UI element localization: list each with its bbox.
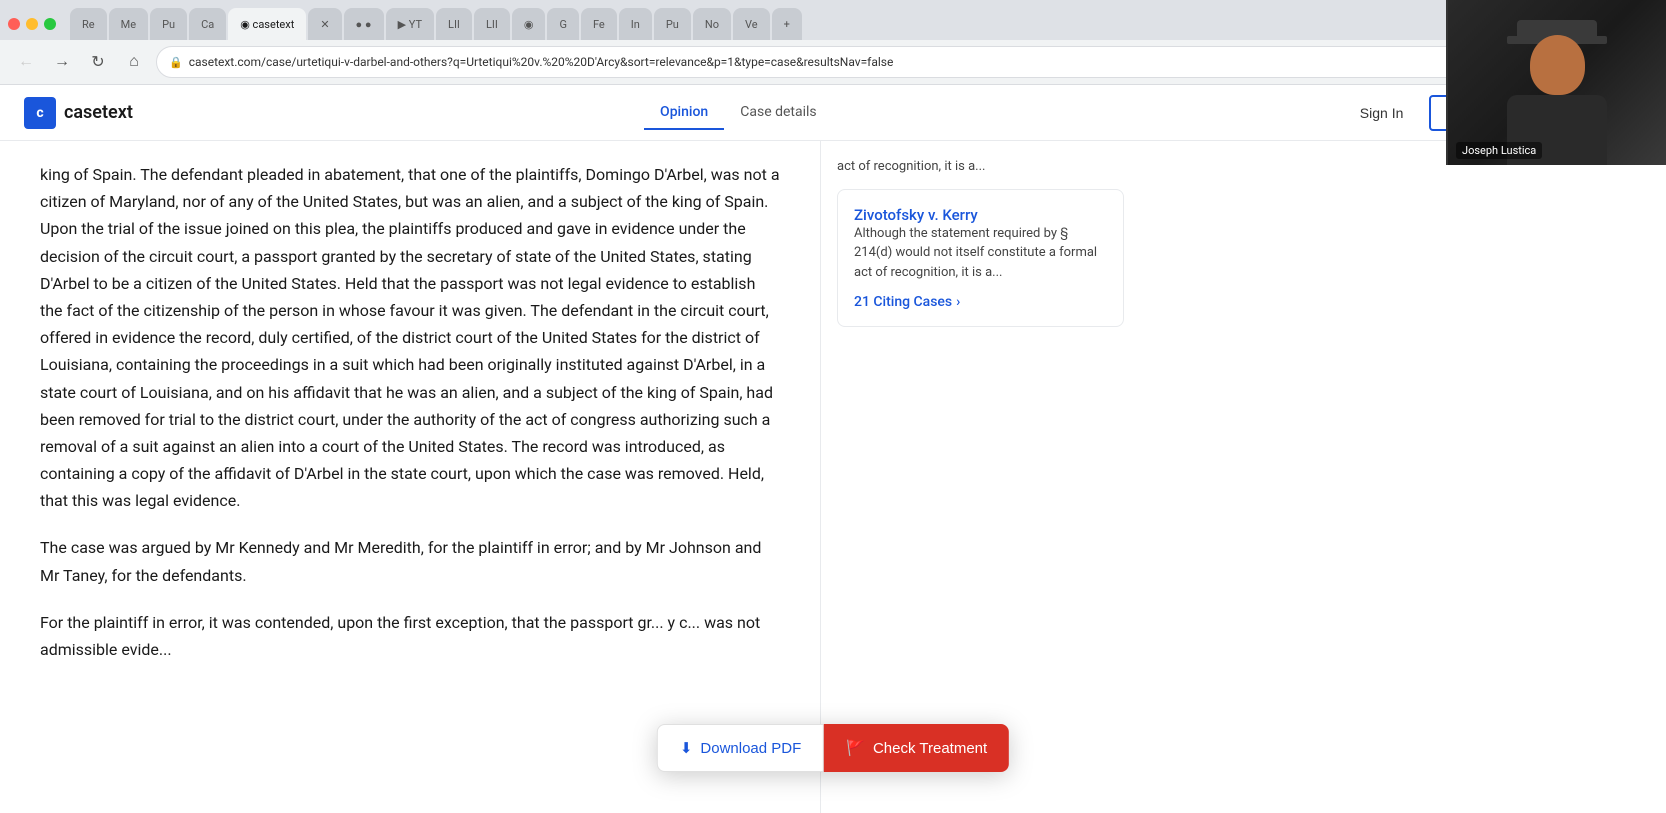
article-paragraph-2: The case was argued by Mr Kennedy and Mr…: [40, 534, 780, 588]
app-header: c casetext Opinion Case details Sign In …: [0, 85, 1666, 141]
browser-tab[interactable]: No: [693, 8, 731, 40]
browser-tab[interactable]: Pu: [150, 8, 187, 40]
forward-button[interactable]: →: [48, 48, 76, 76]
related-case-title[interactable]: Zivotofsky v. Kerry: [854, 206, 978, 224]
back-button[interactable]: ←: [12, 48, 40, 76]
sidebar: act of recognition, it is a... Zivotofsk…: [820, 141, 1140, 813]
check-treatment-label: Check Treatment: [873, 740, 987, 757]
browser-tab-active[interactable]: ◉ casetext: [228, 8, 306, 40]
bottom-toolbar: ⬇ Download PDF 🚩 Check Treatment: [657, 724, 1009, 772]
tab-case-details[interactable]: Case details: [724, 96, 832, 130]
address-bar-row: ← → ↻ ⌂ 🔒 casetext.com/case/urtetiqui-v-…: [0, 40, 1666, 84]
citing-cases-link[interactable]: 21 Citing Cases ›: [854, 294, 1107, 310]
article-text: king of Spain. The defendant pleaded in …: [40, 161, 780, 663]
logo-text: casetext: [64, 102, 133, 123]
related-case-snippet: Although the statement required by § 214…: [854, 224, 1107, 283]
webcam-name-label: Joseph Lustica: [1456, 142, 1542, 159]
browser-chrome: Re Me Pu Ca ◉ casetext ✕ ● ● ▶ YT LII LI…: [0, 0, 1666, 85]
tab-opinion[interactable]: Opinion: [644, 96, 724, 130]
browser-tabs: Re Me Pu Ca ◉ casetext ✕ ● ● ▶ YT LII LI…: [70, 8, 1658, 40]
browser-tab[interactable]: Ca: [189, 8, 226, 40]
address-bar[interactable]: 🔒 casetext.com/case/urtetiqui-v-darbel-a…: [156, 46, 1516, 78]
window-controls: [8, 18, 56, 30]
new-tab-button[interactable]: +: [772, 8, 802, 40]
browser-tab[interactable]: ● ●: [344, 8, 384, 40]
flag-icon: 🚩: [846, 739, 865, 757]
security-lock-icon: 🔒: [169, 56, 183, 69]
check-treatment-button[interactable]: 🚩 Check Treatment: [824, 724, 1009, 772]
sign-in-button[interactable]: Sign In: [1344, 97, 1420, 129]
chevron-right-icon: ›: [956, 294, 960, 310]
webcam-overlay: Joseph Lustica: [1446, 0, 1666, 165]
browser-tab[interactable]: LII: [474, 8, 510, 40]
browser-tab[interactable]: Re: [70, 8, 107, 40]
reload-button[interactable]: ↻: [84, 48, 112, 76]
case-navigation-tabs: Opinion Case details: [644, 96, 833, 130]
browser-tab[interactable]: Pu: [654, 8, 691, 40]
article-paragraph-1: king of Spain. The defendant pleaded in …: [40, 161, 780, 514]
browser-tab[interactable]: ✕: [308, 8, 341, 40]
url-text: casetext.com/case/urtetiqui-v-darbel-and…: [189, 55, 894, 69]
webcam-person: [1448, 0, 1666, 165]
browser-tab[interactable]: ◉: [512, 8, 546, 40]
browser-tab[interactable]: Ve: [733, 8, 770, 40]
browser-tab[interactable]: Fe: [581, 8, 617, 40]
close-window-dot[interactable]: [8, 18, 20, 30]
related-case-card: Zivotofsky v. Kerry Although the stateme…: [837, 189, 1124, 328]
browser-tab[interactable]: LII: [436, 8, 472, 40]
sidebar-top-snippet: act of recognition, it is a...: [837, 157, 1124, 177]
tab-bar: Re Me Pu Ca ◉ casetext ✕ ● ● ▶ YT LII LI…: [0, 0, 1666, 40]
browser-tab[interactable]: Me: [109, 8, 148, 40]
download-pdf-button[interactable]: ⬇ Download PDF: [657, 724, 824, 772]
home-button[interactable]: ⌂: [120, 48, 148, 76]
download-icon: ⬇: [680, 739, 693, 757]
logo-area: c casetext: [24, 97, 133, 129]
article-paragraph-3: For the plaintiff in error, it was conte…: [40, 609, 780, 663]
main-content: king of Spain. The defendant pleaded in …: [0, 141, 1666, 813]
logo-icon: c: [24, 97, 56, 129]
citing-cases-count: 21 Citing Cases: [854, 294, 952, 310]
person-head: [1530, 35, 1585, 95]
download-pdf-label: Download PDF: [700, 740, 801, 757]
article-area: king of Spain. The defendant pleaded in …: [0, 141, 820, 813]
maximize-window-dot[interactable]: [44, 18, 56, 30]
minimize-window-dot[interactable]: [26, 18, 38, 30]
browser-tab[interactable]: ▶ YT: [386, 8, 434, 40]
browser-tab[interactable]: G: [547, 8, 579, 40]
browser-tab[interactable]: In: [619, 8, 652, 40]
